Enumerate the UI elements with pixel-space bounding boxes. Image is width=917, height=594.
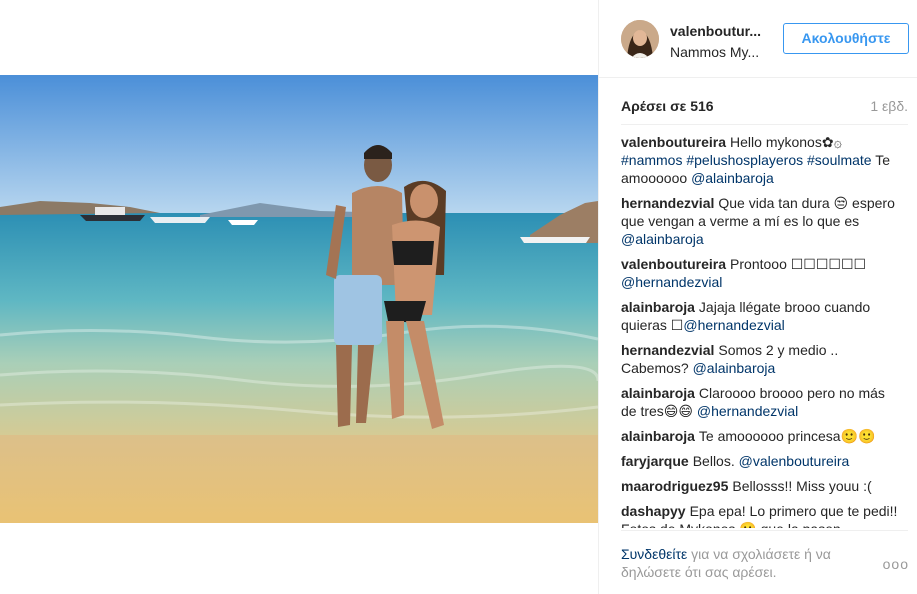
user-block: valenboutur... Nammos My... [670, 22, 770, 61]
more-options-icon[interactable]: ooo [883, 556, 909, 572]
post-side-panel: valenboutur... Nammos My... Ακολουθήστε … [598, 0, 917, 594]
post-photo[interactable] [0, 75, 598, 523]
comment-mention[interactable]: @alainbaroja [693, 360, 776, 376]
comment-text: Bellos. [692, 453, 739, 469]
comment-mention[interactable]: @hernandezvial [621, 274, 722, 290]
follow-button[interactable]: Ακολουθήστε [783, 23, 909, 54]
comment-mention[interactable]: @valenboutureira [739, 453, 850, 469]
comment-item: dashapyy Epa epa! Lo primero que te pedi!… [621, 502, 901, 528]
comment-item: alainbaroja Claroooo broooo pero no más d… [621, 384, 901, 420]
comment-author[interactable]: alainbaroja [621, 428, 695, 444]
comment-mention[interactable]: @alainbaroja [691, 170, 774, 186]
comment-hashtags[interactable]: #nammos #pelushosplayeros #soulmate [621, 152, 872, 168]
comment-item: alainbaroja Te amoooooo princesa🙂🙂 [621, 427, 901, 445]
avatar[interactable] [621, 20, 659, 58]
likes-count[interactable]: Αρέσει σε 516 [621, 96, 714, 116]
comment-text: Prontooo ☐☐☐☐☐☐ [730, 256, 867, 272]
divider [621, 124, 908, 125]
comment-author[interactable]: hernandezvial [621, 195, 714, 211]
photo-area [0, 0, 598, 594]
comment-item: alainbaroja Jajaja llégate brooo cuando q… [621, 298, 901, 334]
comment-author[interactable]: faryjarque [621, 453, 689, 469]
comment-text: Hello mykonos✿۞ [730, 134, 842, 150]
comment-text: Te amoooooo princesa🙂🙂 [698, 428, 876, 444]
comment-mention[interactable]: @alainbaroja [621, 231, 704, 247]
login-link[interactable]: Συνδεθείτε [621, 546, 687, 562]
post-header: valenboutur... Nammos My... Ακολουθήστε [599, 0, 917, 78]
comment-author[interactable]: alainbaroja [621, 299, 695, 315]
location-link[interactable]: Nammos My... [670, 43, 770, 61]
beach-photo-image [0, 75, 598, 523]
comment-author[interactable]: hernandezvial [621, 342, 714, 358]
comment-item: valenboutureira Prontooo ☐☐☐☐☐☐ @hernande… [621, 255, 901, 291]
comment-text: Bellosss!! Miss youu :( [732, 478, 872, 494]
comment-author[interactable]: valenboutureira [621, 134, 726, 150]
comment-author[interactable]: dashapyy [621, 503, 686, 519]
comment-item: faryjarque Bellos. @valenboutureira [621, 452, 901, 470]
post-time[interactable]: 1 εβδ. [870, 96, 908, 116]
comments-list[interactable]: valenboutureira Hello mykonos✿۞ #nammos #… [621, 133, 901, 528]
comment-author[interactable]: maarodriguez95 [621, 478, 728, 494]
comment-item: maarodriguez95 Bellosss!! Miss youu :( [621, 477, 901, 495]
comment-author[interactable]: alainbaroja [621, 385, 695, 401]
likes-row: Αρέσει σε 516 1 εβδ. [599, 96, 917, 118]
comment-author[interactable]: valenboutureira [621, 256, 726, 272]
divider [621, 530, 908, 531]
avatar-image [621, 20, 659, 58]
comment-item: hernandezvial Que vida tan dura 😒 espero … [621, 194, 901, 248]
comment-mention[interactable]: @hernandezvial [683, 317, 784, 333]
comment-item: hernandezvial Somos 2 y medio .. Cabemos?… [621, 341, 901, 377]
login-prompt: Συνδεθείτε για να σχολιάσετε ή να δηλώσε… [621, 545, 871, 581]
username-link[interactable]: valenboutur... [670, 22, 770, 40]
comment-mention[interactable]: @hernandezvial [697, 403, 798, 419]
comment-item: valenboutureira Hello mykonos✿۞ #nammos #… [621, 133, 901, 187]
